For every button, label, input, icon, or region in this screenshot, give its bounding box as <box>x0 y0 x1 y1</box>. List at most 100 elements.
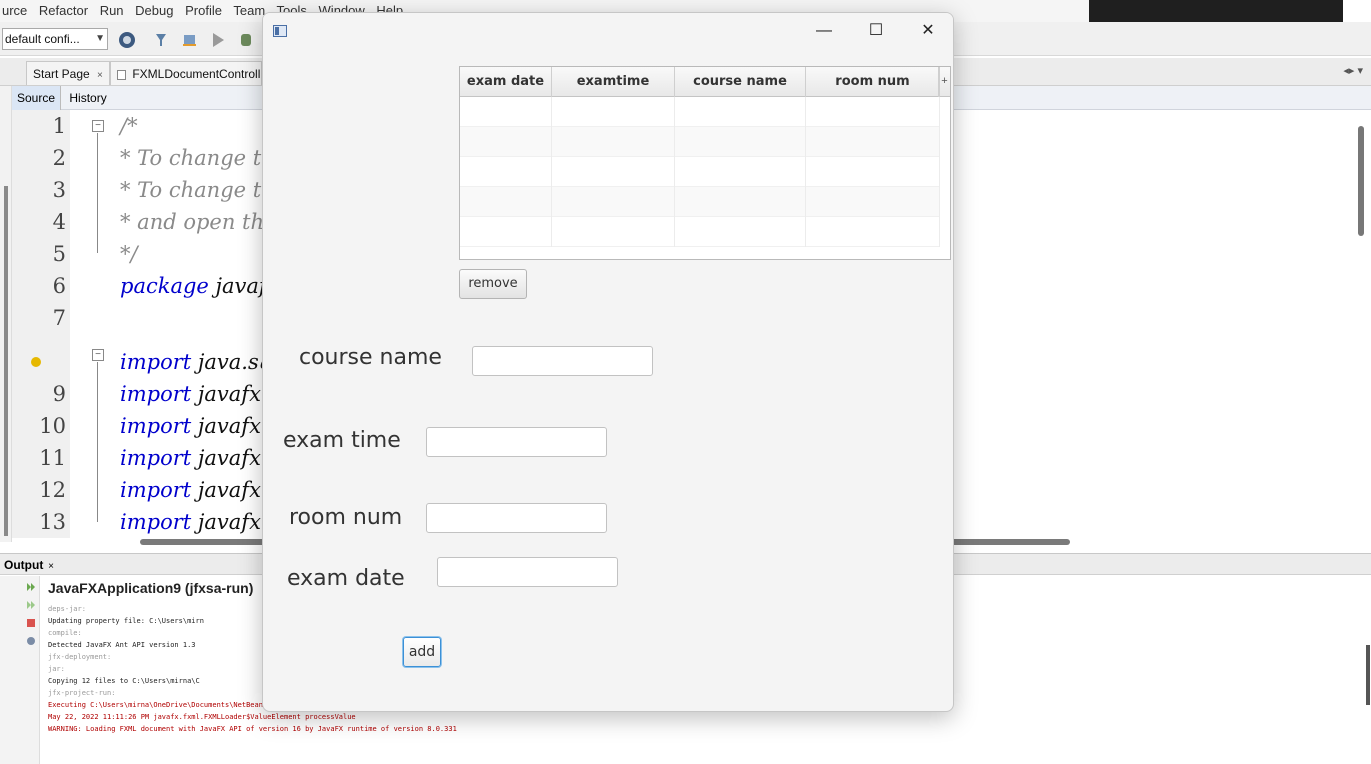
code-line[interactable]: import javafx <box>120 410 261 442</box>
table-cell[interactable] <box>806 187 940 217</box>
maximize-button[interactable]: ☐ <box>853 13 899 49</box>
code-line[interactable]: package javaf <box>120 270 267 302</box>
output-vertical-scrollbar[interactable] <box>1366 645 1370 705</box>
table-cell[interactable] <box>675 127 806 157</box>
table-row[interactable] <box>460 157 940 187</box>
code-line[interactable]: * and open th <box>120 206 264 238</box>
globe-icon[interactable] <box>117 30 137 50</box>
table-cell[interactable] <box>675 187 806 217</box>
menu-item-debug[interactable]: Debug <box>135 3 173 18</box>
fold-toggle-icon[interactable]: − <box>92 349 104 361</box>
table-cell[interactable] <box>552 217 675 247</box>
code-line[interactable]: import javafx <box>120 506 261 538</box>
table-cell[interactable] <box>552 97 675 127</box>
table-row[interactable] <box>460 217 940 247</box>
line-number: 1 <box>52 114 66 138</box>
code-line[interactable]: import javafx <box>120 442 261 474</box>
table-cell[interactable] <box>552 127 675 157</box>
table-cell[interactable] <box>675 217 806 247</box>
exam-table[interactable]: exam date examtime course name room num … <box>459 66 951 260</box>
code-text: javaf <box>208 274 267 298</box>
clean-build-icon[interactable] <box>152 30 172 50</box>
fold-toggle-icon[interactable]: − <box>92 120 104 132</box>
code-keyword: import <box>120 446 192 470</box>
menu-item-team[interactable]: Team <box>233 3 265 18</box>
menu-item-run[interactable]: Run <box>100 3 124 18</box>
code-line[interactable]: * To change t <box>120 142 261 174</box>
code-line[interactable]: /* <box>120 110 138 142</box>
history-tab[interactable]: History <box>64 86 111 110</box>
table-cell[interactable] <box>552 187 675 217</box>
column-header-room-num[interactable]: room num <box>806 67 940 97</box>
menu-item-refactor[interactable]: Refactor <box>39 3 88 18</box>
table-cell[interactable] <box>460 157 552 187</box>
table-header: exam date examtime course name room num … <box>460 67 950 97</box>
table-cell[interactable] <box>460 127 552 157</box>
close-button[interactable]: ✕ <box>905 13 951 49</box>
code-line[interactable]: import java.sq <box>120 346 272 378</box>
code-keyword: package <box>120 274 209 298</box>
table-cell[interactable] <box>806 127 940 157</box>
table-cell[interactable] <box>552 157 675 187</box>
code-line[interactable]: import javafx <box>120 474 261 506</box>
editor-vertical-scrollbar[interactable] <box>1358 126 1364 236</box>
column-header-examtime[interactable]: examtime <box>552 67 675 97</box>
code-text: javafx <box>191 414 261 438</box>
exam-date-input[interactable] <box>437 557 618 587</box>
tab-navigation-icon[interactable]: ◂▸ ▾ <box>1343 64 1363 77</box>
column-menu-icon[interactable]: + <box>938 67 950 97</box>
table-row[interactable] <box>460 97 940 127</box>
table-cell[interactable] <box>806 97 940 127</box>
build-icon[interactable] <box>180 30 200 50</box>
table-cell[interactable] <box>460 187 552 217</box>
room-num-input[interactable] <box>426 503 607 533</box>
console-line: deps-jar: <box>48 605 86 613</box>
remove-button[interactable]: remove <box>459 269 527 299</box>
console-line: jfx-deployment: <box>48 653 112 661</box>
debug-icon[interactable] <box>236 30 256 50</box>
course-name-label: course name <box>299 345 442 370</box>
menu-item-profile[interactable]: Profile <box>185 3 222 18</box>
table-cell[interactable] <box>460 97 552 127</box>
code-keyword: import <box>120 478 192 502</box>
exam-time-input[interactable] <box>426 427 607 457</box>
code-line[interactable]: */ <box>120 238 138 270</box>
code-line[interactable]: import javafx <box>120 378 261 410</box>
menu-item-source[interactable]: urce <box>2 3 27 18</box>
table-cell[interactable] <box>675 157 806 187</box>
line-number: 3 <box>52 178 66 202</box>
rerun-icon[interactable] <box>26 582 36 592</box>
table-cell[interactable] <box>675 97 806 127</box>
table-row[interactable] <box>460 127 940 157</box>
code-keyword: import <box>120 350 192 374</box>
table-cell[interactable] <box>460 217 552 247</box>
run-icon[interactable] <box>208 30 228 50</box>
course-name-input[interactable] <box>472 346 653 376</box>
close-icon[interactable]: × <box>97 70 103 81</box>
window-titlebar: — ☐ ✕ <box>263 13 953 49</box>
tab-fxml-controller[interactable]: FXMLDocumentControll <box>110 61 262 85</box>
code-line[interactable]: * To change t <box>120 174 261 206</box>
add-button[interactable]: add <box>403 637 441 667</box>
output-tab[interactable]: Output <box>4 558 43 572</box>
table-cell[interactable] <box>806 157 940 187</box>
table-row[interactable] <box>460 187 940 217</box>
exam-date-label: exam date <box>287 566 405 591</box>
column-header-course-name[interactable]: course name <box>675 67 806 97</box>
tab-start-page[interactable]: Start Page × <box>26 61 110 85</box>
line-number: 9 <box>52 382 66 406</box>
table-cell[interactable] <box>806 217 940 247</box>
stop-icon[interactable] <box>26 618 36 628</box>
minimize-button[interactable]: — <box>801 13 847 49</box>
settings-icon[interactable] <box>26 636 36 646</box>
line-number: 2 <box>52 146 66 170</box>
column-header-exam-date[interactable]: exam date <box>460 67 552 97</box>
close-icon[interactable]: × <box>45 561 54 572</box>
rerun-config-icon[interactable] <box>26 600 36 610</box>
left-edge-scrollbar[interactable] <box>4 186 8 536</box>
code-text: java.sq <box>191 350 273 374</box>
hint-bulb-icon[interactable] <box>31 357 41 367</box>
source-tab[interactable]: Source <box>12 86 62 110</box>
config-select[interactable]: default confi... ▼ <box>2 28 108 50</box>
console-line: jar: <box>48 665 65 673</box>
